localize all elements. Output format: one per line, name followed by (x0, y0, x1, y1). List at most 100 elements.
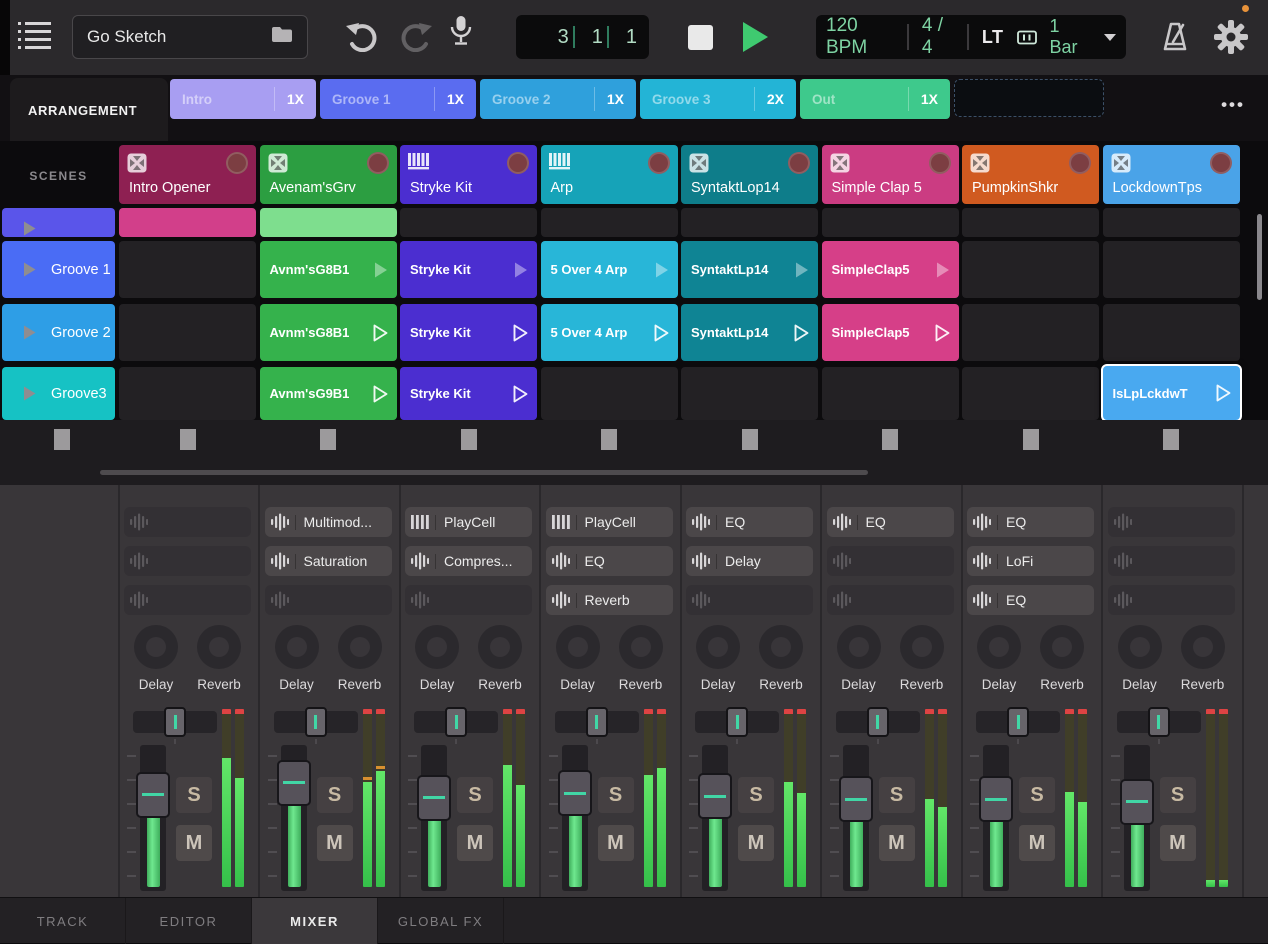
song-position-display[interactable]: 3 1 1 (516, 15, 649, 59)
grid-cell-empty[interactable] (962, 241, 1099, 298)
grid-cell-empty[interactable] (540, 208, 678, 237)
scene-button[interactable] (2, 208, 115, 237)
stop-button[interactable] (688, 25, 713, 50)
pan-handle[interactable] (1007, 707, 1029, 737)
stop-clip-button[interactable] (1022, 429, 1039, 450)
stop-clip-button[interactable] (179, 429, 196, 450)
delay-send-knob[interactable] (415, 625, 459, 669)
reverb-send-knob[interactable] (618, 625, 663, 669)
track-header[interactable]: SyntaktLop14 (681, 145, 818, 204)
track-header[interactable]: Intro Opener (119, 145, 256, 204)
fx-slot[interactable] (124, 507, 251, 537)
arrangement-section[interactable]: Intro 1X (170, 79, 316, 119)
record-arm-button[interactable] (1069, 152, 1091, 174)
pan-handle[interactable] (726, 707, 748, 737)
fx-slot[interactable] (405, 585, 532, 615)
track-header[interactable]: Avenam'sGrv (259, 145, 397, 204)
delay-send-knob[interactable] (977, 625, 1021, 669)
delay-send-knob[interactable] (134, 625, 178, 669)
solo-button[interactable]: S (738, 777, 774, 813)
record-arm-button[interactable] (788, 152, 810, 174)
tempo-display[interactable]: 120 BPM 4 / 4 LT 1 Bar (816, 15, 1126, 59)
scene-button[interactable]: Groove3 (2, 367, 115, 420)
arrangement-section[interactable]: Out 1X (800, 79, 950, 119)
clip[interactable]: SyntaktLp14 (681, 241, 818, 298)
record-arm-button[interactable] (928, 152, 951, 174)
grid-cell-empty[interactable] (821, 367, 959, 420)
track-header[interactable]: Simple Clap 5 (821, 145, 959, 204)
stop-clip-button[interactable] (320, 429, 336, 450)
fader-cap[interactable] (557, 770, 592, 817)
clip[interactable]: 5 Over 4 Arp (540, 304, 678, 361)
grid-cell-empty[interactable] (962, 304, 1099, 361)
clip[interactable]: SimpleClap5 (821, 304, 959, 361)
mute-button[interactable]: M (597, 825, 634, 861)
fader-cap[interactable] (136, 771, 170, 818)
pan-handle[interactable] (1147, 707, 1170, 737)
fx-slot[interactable] (124, 546, 251, 576)
mute-button[interactable]: M (1159, 825, 1196, 861)
fx-slot[interactable] (1107, 585, 1235, 615)
track-header[interactable]: LockdownTps (1102, 145, 1240, 204)
fx-slot[interactable]: EQ (967, 507, 1094, 537)
fx-slot[interactable] (826, 546, 954, 576)
clip[interactable]: SyntaktLp14 (681, 304, 818, 361)
grid-cell-empty[interactable] (119, 304, 256, 361)
fx-slot[interactable] (826, 585, 954, 615)
stop-clip-button[interactable] (460, 429, 477, 450)
fader-cap[interactable] (979, 776, 1013, 823)
pan-handle[interactable] (304, 707, 327, 737)
time-signature[interactable]: 4 / 4 (922, 15, 954, 59)
fx-slot[interactable]: Saturation (264, 546, 392, 576)
play-button[interactable] (743, 22, 768, 52)
clip[interactable]: 5 Over 4 Arp (540, 241, 678, 298)
fx-slot[interactable]: LoFi (967, 546, 1094, 576)
grid-cell-empty[interactable] (821, 208, 959, 237)
solo-button[interactable]: S (316, 777, 353, 813)
delay-send-knob[interactable] (836, 625, 881, 669)
fader-cap[interactable] (698, 773, 732, 820)
fader-cap[interactable] (1119, 778, 1154, 825)
clip[interactable]: Avnm'sG8B1 (259, 241, 397, 298)
fx-slot[interactable]: PlayCell (405, 507, 532, 537)
fx-slot[interactable]: EQ (826, 507, 954, 537)
solo-button[interactable]: S (457, 777, 493, 813)
grid-cell-empty[interactable] (119, 241, 256, 298)
reverb-send-knob[interactable] (337, 625, 382, 669)
stop-clip-button[interactable] (1163, 429, 1179, 450)
fx-slot[interactable] (264, 585, 392, 615)
record-arm-button[interactable] (647, 152, 670, 174)
record-arm-button[interactable] (226, 152, 248, 174)
fader-cap[interactable] (417, 774, 451, 821)
tab-track[interactable]: TRACK (0, 898, 126, 944)
arrangement-section[interactable]: Groove 2 1X (480, 79, 636, 119)
grid-cell-empty[interactable] (1102, 304, 1240, 361)
metronome-button[interactable] (1158, 20, 1192, 59)
pan-handle[interactable] (585, 707, 608, 737)
stop-clip-button[interactable] (54, 429, 70, 450)
fx-slot[interactable]: Reverb (545, 585, 673, 615)
grid-cell-empty[interactable] (681, 367, 818, 420)
tab-global-fx[interactable]: GLOBAL FX (378, 898, 504, 944)
tab-editor[interactable]: EDITOR (126, 898, 252, 944)
fx-slot[interactable]: PlayCell (545, 507, 673, 537)
stop-clip-button[interactable] (741, 429, 758, 450)
fx-slot[interactable]: EQ (686, 507, 813, 537)
grid-horizontal-scrollbar[interactable] (100, 470, 868, 475)
grid-cell-empty[interactable] (540, 367, 678, 420)
fader-cap[interactable] (838, 776, 873, 823)
reverb-send-knob[interactable] (197, 625, 241, 669)
fx-slot[interactable]: EQ (967, 585, 1094, 615)
stop-clip-button[interactable] (601, 429, 617, 450)
mute-button[interactable]: M (457, 825, 493, 861)
delay-send-knob[interactable] (274, 625, 319, 669)
fx-slot[interactable] (1107, 507, 1235, 537)
delay-send-knob[interactable] (1117, 625, 1162, 669)
undo-button[interactable] (344, 20, 382, 57)
settings-button[interactable] (1212, 18, 1250, 61)
pan-handle[interactable] (866, 707, 889, 737)
grid-vertical-scrollbar[interactable] (1257, 214, 1262, 300)
record-arm-button[interactable] (507, 152, 529, 174)
track-header[interactable]: Arp (540, 145, 678, 204)
grid-cell-empty[interactable] (119, 367, 256, 420)
